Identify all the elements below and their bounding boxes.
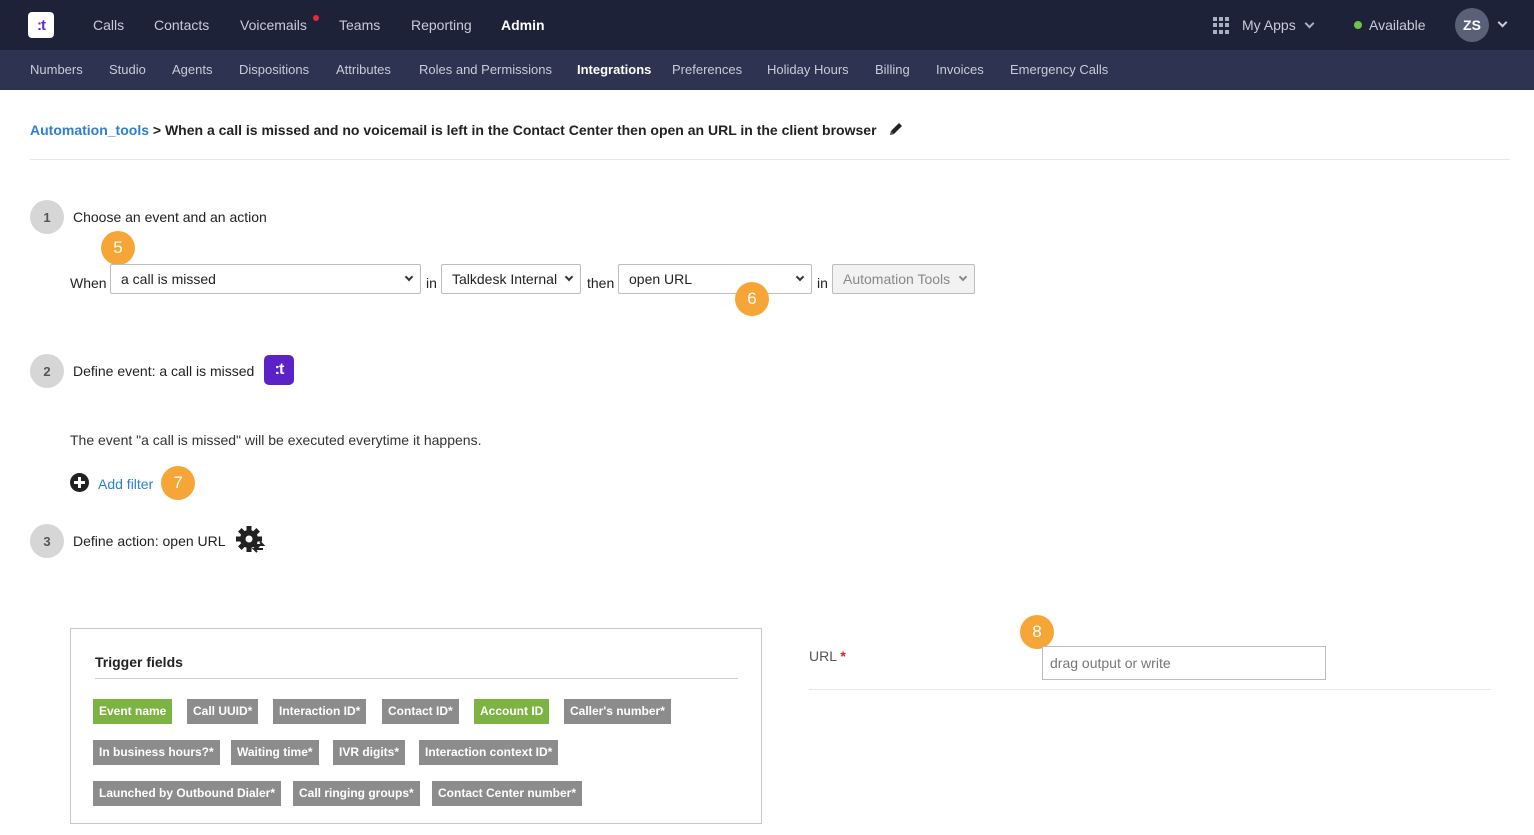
step-1-label: Choose an event and an action xyxy=(73,209,267,225)
logo-glyph: :t xyxy=(37,16,46,34)
trigger-chip-contact-id[interactable]: Contact ID* xyxy=(382,699,459,724)
trigger-fields-divider xyxy=(95,678,738,679)
subnav-billing[interactable]: Billing xyxy=(875,50,910,90)
topnav-reporting[interactable]: Reporting xyxy=(411,0,472,50)
annotation-badge-5: 5 xyxy=(101,231,135,265)
step-3-label: Define action: open URL xyxy=(73,533,226,549)
event-source-select-value: Talkdesk Internal xyxy=(452,271,558,287)
status-available-dot-icon xyxy=(1354,21,1362,29)
add-filter-plus-icon[interactable] xyxy=(70,473,89,492)
topnav-calls[interactable]: Calls xyxy=(93,0,124,50)
action-select[interactable]: open URL xyxy=(618,264,812,294)
trigger-chip-interaction-context-id[interactable]: Interaction context ID* xyxy=(419,740,559,765)
event-description: The event "a call is missed" will be exe… xyxy=(70,432,482,448)
event-source-select[interactable]: Talkdesk Internal xyxy=(441,264,581,294)
topnav-contacts[interactable]: Contacts xyxy=(154,0,209,50)
subnav-roles-permissions[interactable]: Roles and Permissions xyxy=(419,50,552,90)
topnav-admin[interactable]: Admin xyxy=(501,0,545,50)
subnav-holiday-hours[interactable]: Holiday Hours xyxy=(767,50,849,90)
talkdesk-brand-icon: :t xyxy=(264,355,294,385)
step-3-number: 3 xyxy=(30,524,64,558)
when-label: When xyxy=(70,275,107,291)
subnav-dispositions[interactable]: Dispositions xyxy=(239,50,309,90)
trigger-fields-title: Trigger fields xyxy=(95,654,183,670)
url-input[interactable]: drag output or write xyxy=(1042,646,1326,680)
trigger-chip-call-ringing-groups[interactable]: Call ringing groups* xyxy=(293,781,420,806)
trigger-chip-account-id[interactable]: Account ID xyxy=(474,699,550,724)
trigger-chip-in-business-hours[interactable]: In business hours?* xyxy=(93,740,220,765)
my-apps-menu[interactable]: My Apps xyxy=(1242,0,1296,50)
then-label: then xyxy=(587,275,615,291)
topnav-voicemails[interactable]: Voicemails xyxy=(240,0,307,50)
subnav-agents[interactable]: Agents xyxy=(172,50,212,90)
trigger-chip-contact-center-number[interactable]: Contact Center number* xyxy=(432,781,583,806)
action-target-select: Automation Tools xyxy=(832,264,975,294)
in-label-1: in xyxy=(426,275,437,291)
top-navigation-bar xyxy=(0,0,1534,50)
trigger-chip-call-uuid[interactable]: Call UUID* xyxy=(187,699,259,724)
trigger-chip-ivr-digits[interactable]: IVR digits* xyxy=(333,740,406,765)
subnav-integrations[interactable]: Integrations xyxy=(577,50,651,90)
page-title: When a call is missed and no voicemail i… xyxy=(164,122,877,138)
event-select[interactable]: a call is missed xyxy=(110,264,421,294)
trigger-chip-callers-number[interactable]: Caller's number* xyxy=(564,699,671,724)
url-label-text: URL xyxy=(809,648,837,664)
subnav-studio[interactable]: Studio xyxy=(109,50,146,90)
url-field-label: URL * xyxy=(809,648,846,664)
step-2-label: Define event: a call is missed xyxy=(73,363,255,379)
apps-grid-icon[interactable] xyxy=(1213,17,1230,34)
subnav-emergency-calls[interactable]: Emergency Calls xyxy=(1010,50,1108,90)
subnav-attributes[interactable]: Attributes xyxy=(336,50,391,90)
url-required-mark: * xyxy=(840,648,846,664)
event-source-chevron-down-icon xyxy=(564,272,574,282)
talkdesk-logo-icon[interactable]: :t xyxy=(28,12,54,38)
annotation-badge-6: 6 xyxy=(735,282,769,316)
event-select-value: a call is missed xyxy=(121,271,216,287)
action-select-value: open URL xyxy=(629,271,693,287)
action-target-select-value: Automation Tools xyxy=(843,271,951,287)
agent-status[interactable]: Available xyxy=(1369,0,1426,50)
gear-action-icon xyxy=(236,526,265,553)
step-2-number: 2 xyxy=(30,354,64,388)
subnav-preferences[interactable]: Preferences xyxy=(672,50,742,90)
voicemail-notification-dot xyxy=(313,15,319,21)
trigger-fields-panel: Trigger fields Event name Call UUID* Int… xyxy=(70,628,762,824)
trigger-chip-interaction-id[interactable]: Interaction ID* xyxy=(273,699,367,724)
in-label-2: in xyxy=(817,275,828,291)
action-select-chevron-down-icon xyxy=(795,272,805,282)
add-filter-link[interactable]: Add filter xyxy=(98,476,153,492)
event-select-chevron-down-icon xyxy=(404,272,414,282)
url-field-divider xyxy=(809,689,1491,690)
trigger-chip-launched-by-outbound-dialer[interactable]: Launched by Outbound Dialer* xyxy=(93,781,282,806)
user-avatar[interactable]: ZS xyxy=(1455,8,1489,42)
annotation-badge-8: 8 xyxy=(1020,615,1054,649)
subnav-numbers[interactable]: Numbers xyxy=(30,50,83,90)
subnav-invoices[interactable]: Invoices xyxy=(936,50,984,90)
header-divider xyxy=(30,159,1510,160)
trigger-chip-waiting-time[interactable]: Waiting time* xyxy=(231,740,319,765)
action-target-chevron-down-icon xyxy=(958,272,968,282)
annotation-badge-7: 7 xyxy=(161,466,195,500)
step-1-number: 1 xyxy=(30,200,64,234)
breadcrumb-separator: > xyxy=(152,122,162,138)
breadcrumb-link-automation-tools[interactable]: Automation_tools xyxy=(30,122,149,138)
breadcrumb: Automation_tools > When a call is missed… xyxy=(30,122,877,138)
topnav-teams[interactable]: Teams xyxy=(339,0,380,50)
edit-pencil-icon[interactable] xyxy=(888,121,904,137)
trigger-chip-event-name[interactable]: Event name xyxy=(93,699,173,724)
